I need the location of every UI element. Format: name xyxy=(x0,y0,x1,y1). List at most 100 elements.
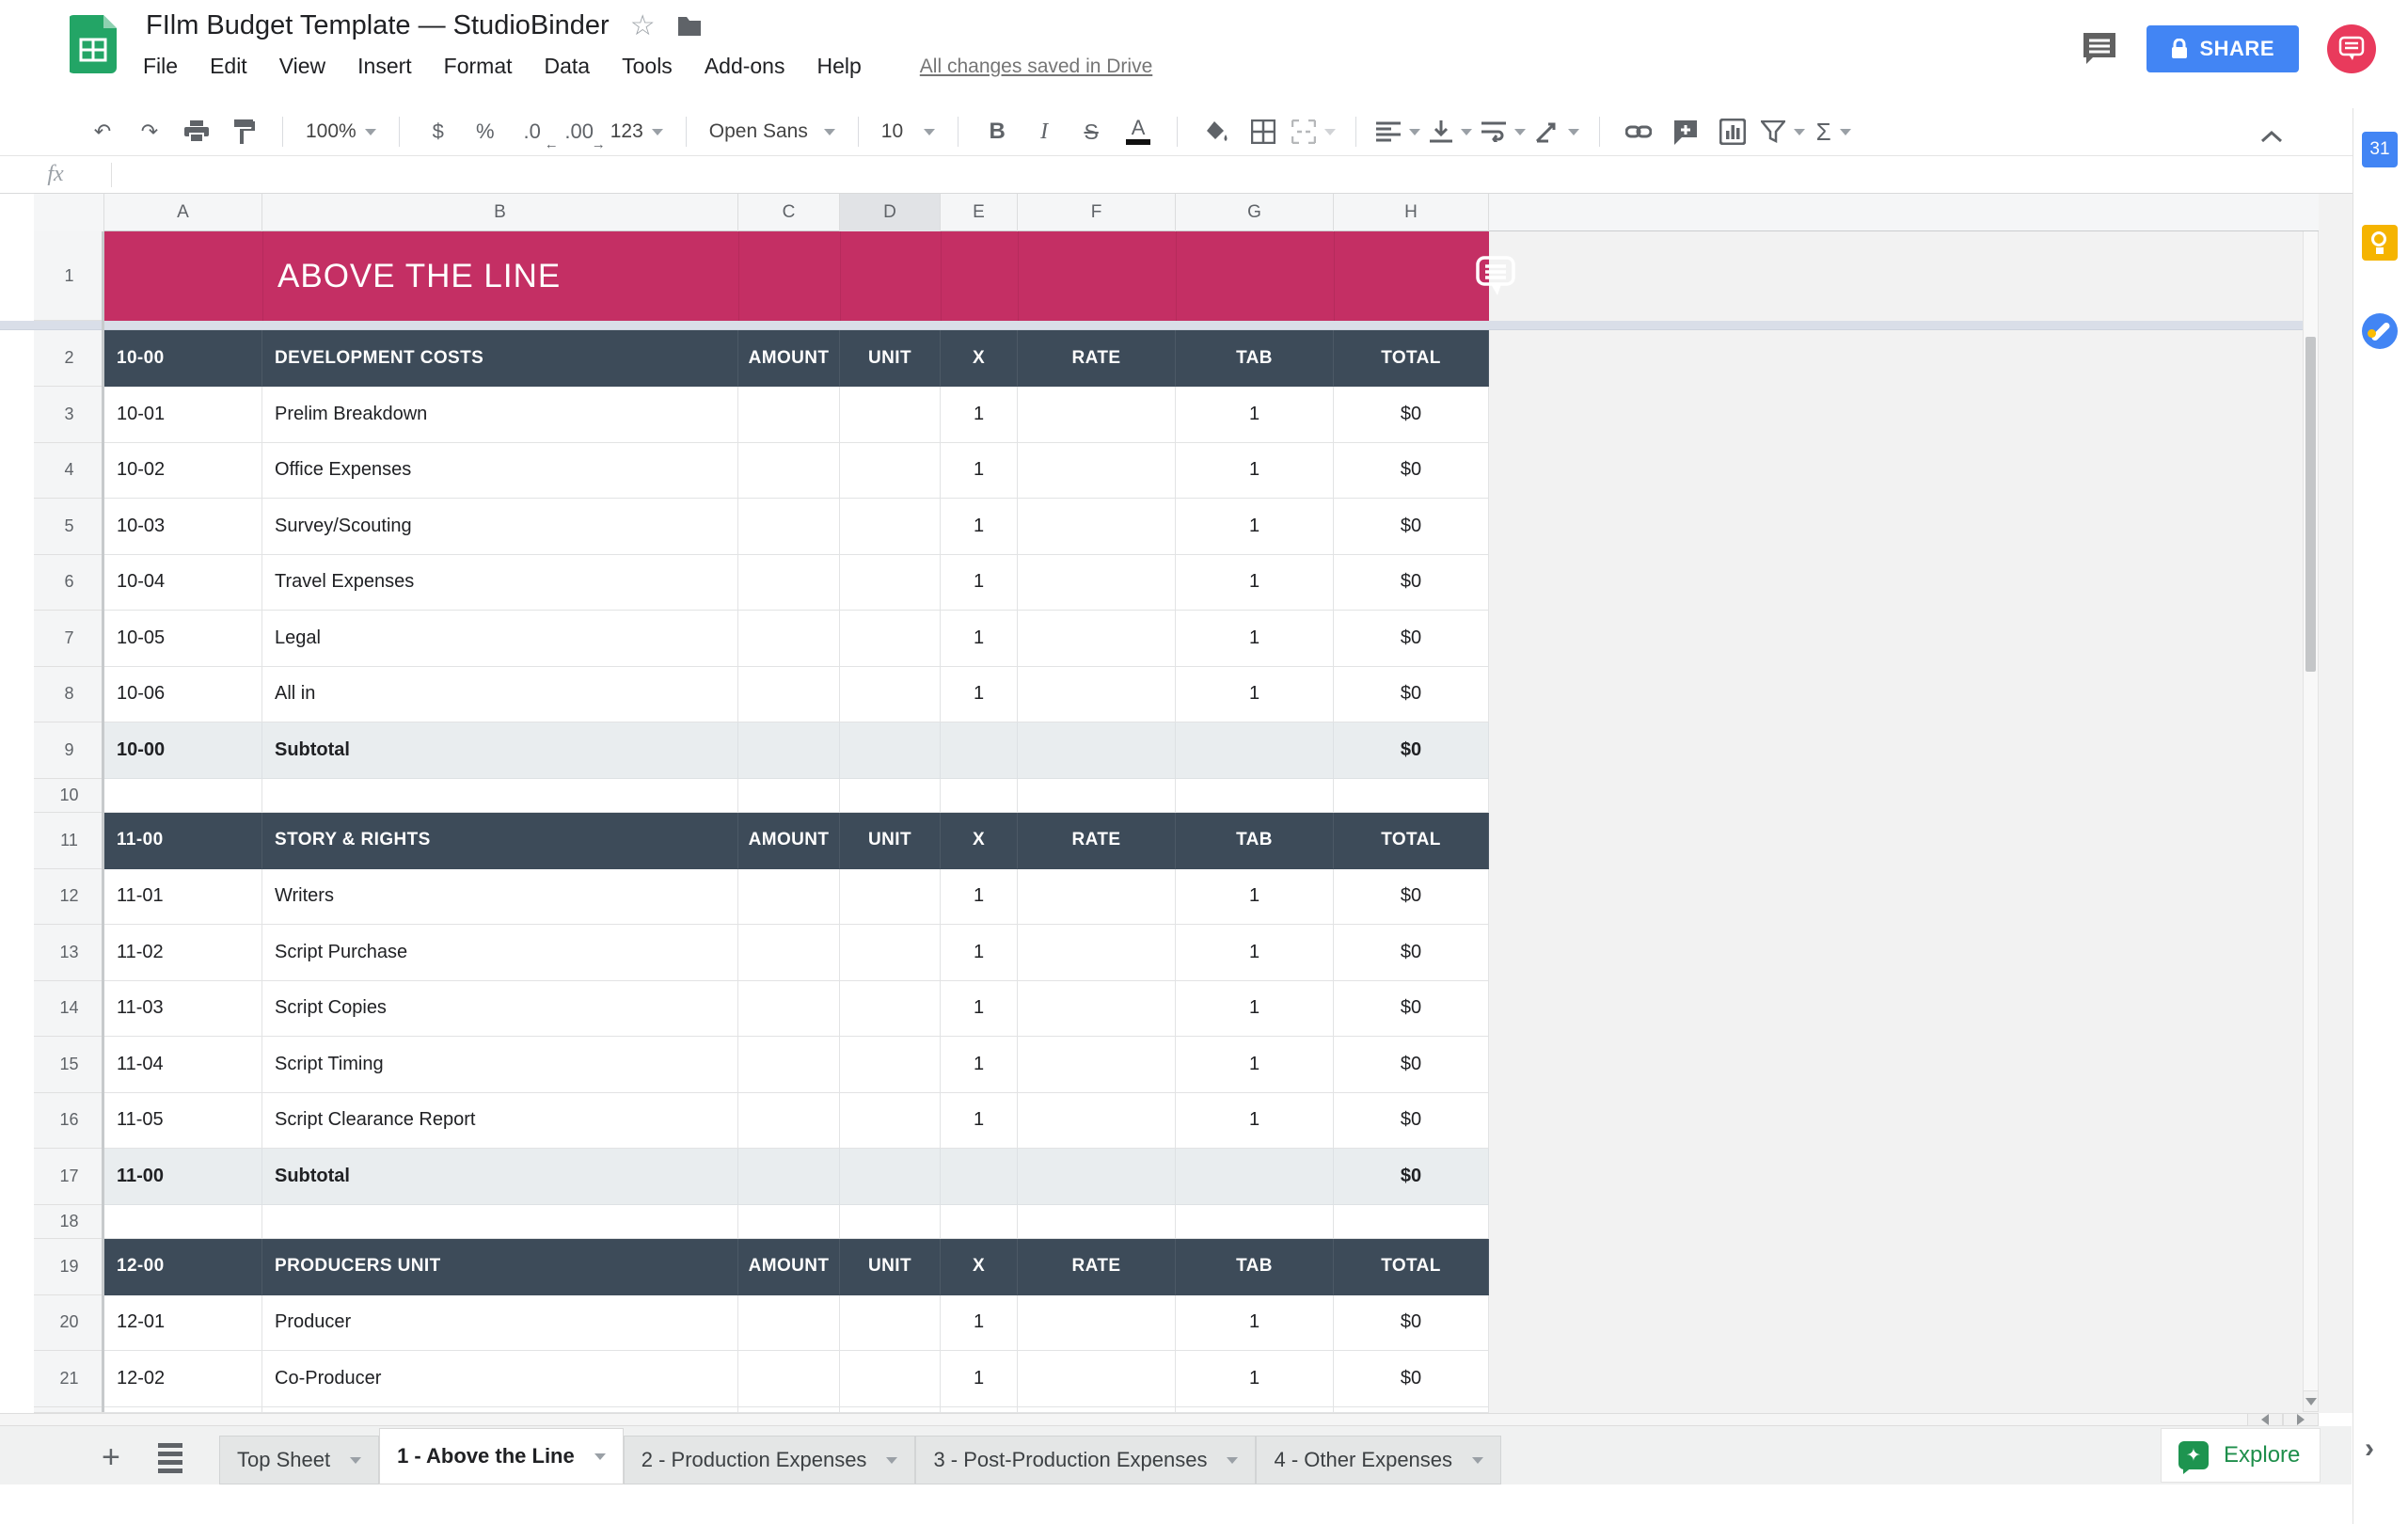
filter-button[interactable] xyxy=(1761,113,1805,151)
cell[interactable]: Subtotal xyxy=(262,722,738,779)
cell[interactable] xyxy=(104,1205,262,1239)
menu-data[interactable]: Data xyxy=(545,54,591,79)
insert-link-button[interactable] xyxy=(1620,113,1657,151)
explore-button[interactable]: ✦ Explore xyxy=(2161,1428,2321,1483)
cell[interactable]: X xyxy=(941,1239,1018,1295)
cell[interactable] xyxy=(1018,1205,1176,1239)
cell[interactable]: $0 xyxy=(1334,1093,1489,1150)
row-header[interactable]: 13 xyxy=(34,925,104,981)
cell[interactable]: Script Timing xyxy=(262,1037,738,1093)
cell[interactable]: 1 xyxy=(941,981,1018,1038)
cell[interactable] xyxy=(840,925,941,981)
cell[interactable] xyxy=(1018,443,1176,500)
cell[interactable] xyxy=(104,1407,262,1413)
menu-help[interactable]: Help xyxy=(816,54,861,79)
cell[interactable] xyxy=(738,722,840,779)
column-header-E[interactable]: E xyxy=(941,194,1018,231)
cell[interactable] xyxy=(1018,1295,1176,1352)
cell[interactable] xyxy=(1018,1149,1176,1205)
cell[interactable]: 1 xyxy=(1176,443,1334,500)
cell[interactable] xyxy=(1176,1149,1334,1205)
cell[interactable]: UNIT xyxy=(840,330,941,387)
cell[interactable]: 10-05 xyxy=(104,611,262,667)
menu-insert[interactable]: Insert xyxy=(357,54,412,79)
column-header-G[interactable]: G xyxy=(1176,194,1334,231)
sheet-tab-4-other-expenses[interactable]: 4 - Other Expenses xyxy=(1256,1436,1501,1484)
row-header[interactable]: 20 xyxy=(34,1295,104,1352)
row-header[interactable]: 1 xyxy=(34,231,104,321)
cell[interactable] xyxy=(1018,722,1176,779)
cell[interactable] xyxy=(840,1407,941,1413)
cell[interactable]: Legal xyxy=(262,611,738,667)
cell[interactable] xyxy=(1018,1093,1176,1150)
cell[interactable] xyxy=(840,667,941,723)
row-header[interactable]: 5 xyxy=(34,499,104,555)
cell[interactable] xyxy=(1018,611,1176,667)
strikethrough-button[interactable]: S xyxy=(1072,113,1110,151)
cell[interactable] xyxy=(840,1351,941,1407)
cell[interactable]: RATE xyxy=(1018,1239,1176,1295)
insert-chart-button[interactable] xyxy=(1714,113,1751,151)
cell[interactable]: $0 xyxy=(1334,981,1489,1038)
row-header[interactable]: 10 xyxy=(34,779,104,813)
cell[interactable] xyxy=(1334,1205,1489,1239)
cell[interactable] xyxy=(738,499,840,555)
cell[interactable]: 1 xyxy=(1176,981,1334,1038)
cell[interactable]: 1 xyxy=(1176,925,1334,981)
cell[interactable]: 10-04 xyxy=(104,555,262,611)
row-header[interactable] xyxy=(34,1407,104,1413)
cell[interactable]: TAB xyxy=(1176,330,1334,387)
cell[interactable] xyxy=(738,667,840,723)
cell[interactable] xyxy=(840,722,941,779)
save-status[interactable]: All changes saved in Drive xyxy=(920,56,1152,78)
cell[interactable]: TOTAL xyxy=(1334,1239,1489,1295)
row-header[interactable]: 15 xyxy=(34,1037,104,1093)
cell[interactable] xyxy=(1018,981,1176,1038)
cell[interactable]: $0 xyxy=(1334,722,1489,779)
cell[interactable]: Subtotal xyxy=(262,1149,738,1205)
cell[interactable] xyxy=(738,387,840,443)
cell[interactable] xyxy=(738,1407,840,1413)
cell[interactable]: 10-01 xyxy=(104,387,262,443)
insert-comment-button[interactable] xyxy=(1667,113,1704,151)
cell[interactable]: 11-04 xyxy=(104,1037,262,1093)
cell[interactable] xyxy=(738,611,840,667)
cell[interactable] xyxy=(1176,1205,1334,1239)
cell[interactable] xyxy=(738,1295,840,1352)
sheets-logo-icon[interactable] xyxy=(70,15,117,73)
share-button[interactable]: SHARE xyxy=(2147,25,2299,72)
menu-tools[interactable]: Tools xyxy=(622,54,673,79)
tasks-icon[interactable] xyxy=(2362,313,2398,349)
font-size-select[interactable]: 10 xyxy=(874,113,943,151)
cell[interactable]: 1 xyxy=(1176,1093,1334,1150)
cell[interactable]: RATE xyxy=(1018,330,1176,387)
cell[interactable]: DEVELOPMENT COSTS xyxy=(262,330,738,387)
menu-view[interactable]: View xyxy=(279,54,325,79)
cell[interactable] xyxy=(840,1093,941,1150)
text-color-button[interactable]: A xyxy=(1119,113,1157,151)
cell[interactable] xyxy=(1018,1037,1176,1093)
add-sheet-button[interactable]: + xyxy=(102,1439,120,1476)
row-header[interactable]: 11 xyxy=(34,813,104,869)
cell[interactable] xyxy=(738,443,840,500)
expand-panel-chevron[interactable]: › xyxy=(2365,1433,2374,1465)
cell[interactable]: Script Clearance Report xyxy=(262,1093,738,1150)
row-header[interactable]: 12 xyxy=(34,869,104,926)
cell[interactable]: $0 xyxy=(1334,925,1489,981)
cell[interactable]: 1 xyxy=(941,1037,1018,1093)
cell[interactable]: 1 xyxy=(941,1093,1018,1150)
format-currency-button[interactable]: $ xyxy=(420,113,457,151)
all-sheets-button[interactable] xyxy=(158,1443,182,1477)
cell[interactable]: All in xyxy=(262,667,738,723)
column-header-H[interactable]: H xyxy=(1334,194,1489,231)
cell[interactable]: 1 xyxy=(941,443,1018,500)
cell[interactable]: $0 xyxy=(1334,499,1489,555)
vertical-scrollbar[interactable] xyxy=(2303,231,2319,1412)
cell[interactable] xyxy=(941,722,1018,779)
cell[interactable]: TOTAL xyxy=(1334,330,1489,387)
banner-cell[interactable]: ABOVE THE LINE xyxy=(104,231,1489,321)
borders-button[interactable] xyxy=(1244,113,1282,151)
cell[interactable]: 1 xyxy=(941,555,1018,611)
cell[interactable]: Producer xyxy=(262,1295,738,1352)
cell[interactable]: TAB xyxy=(1176,813,1334,869)
